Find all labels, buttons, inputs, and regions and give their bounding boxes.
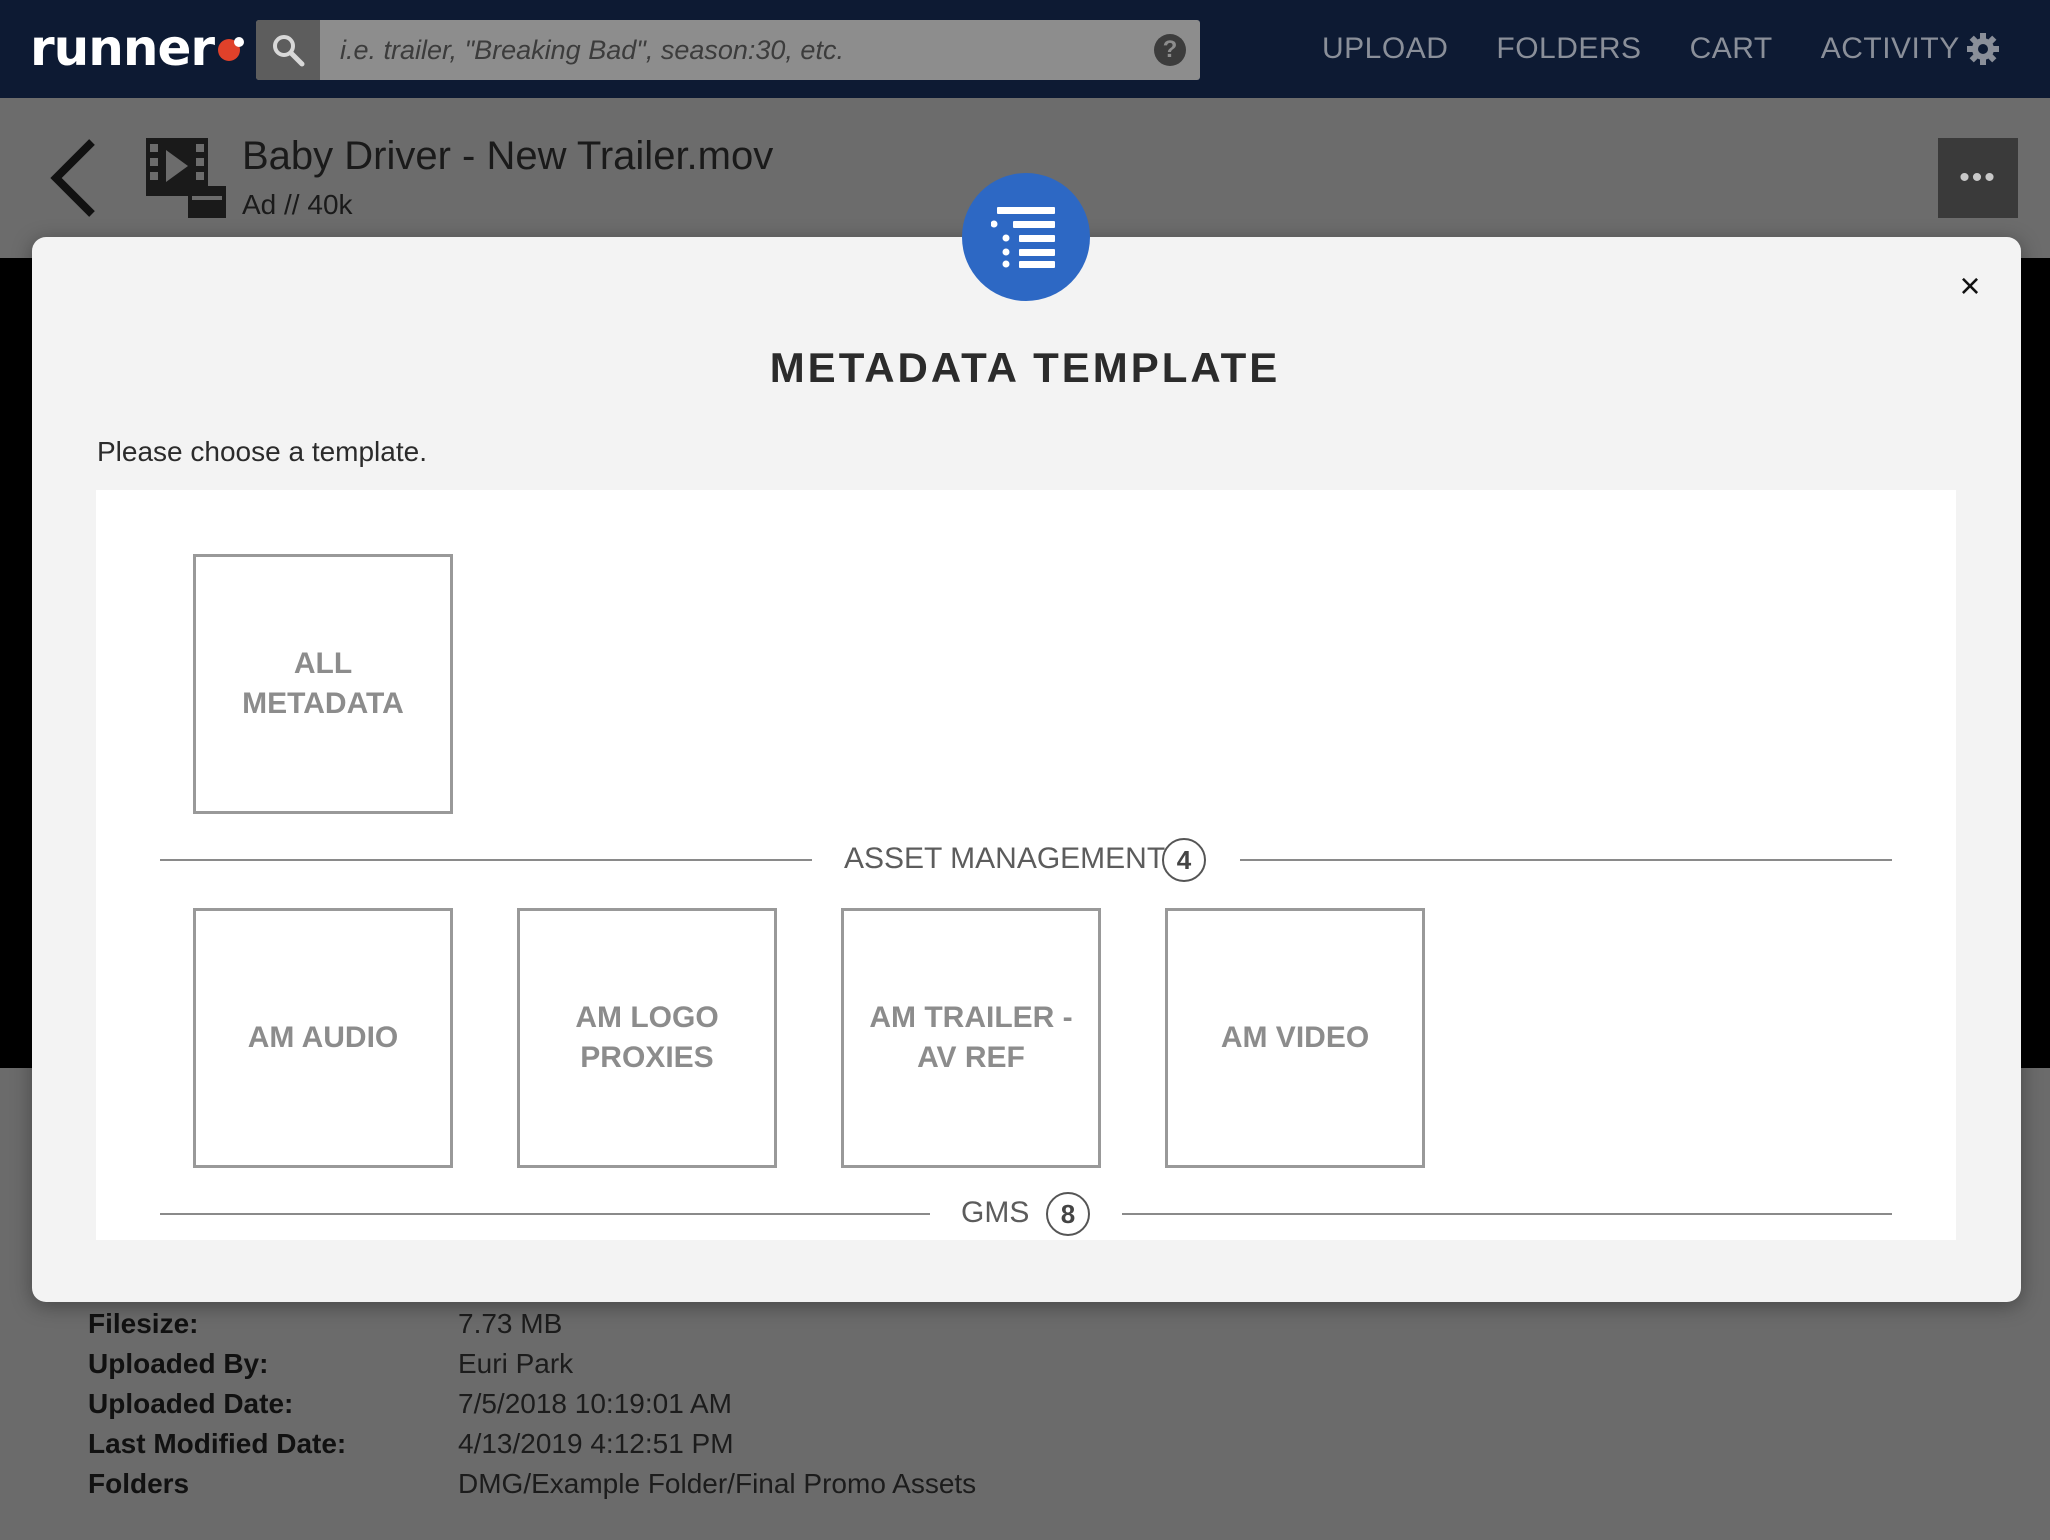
nav-folders[interactable]: FOLDERS xyxy=(1496,32,1641,66)
logo-mark-icon xyxy=(218,31,252,65)
back-chevron-icon[interactable] xyxy=(46,136,106,220)
section-divider xyxy=(1122,1213,1892,1215)
nav-upload[interactable]: UPLOAD xyxy=(1322,32,1448,66)
tile-label-line1: AM VIDEO xyxy=(1220,1021,1370,1054)
search-bar: ? xyxy=(256,20,1200,80)
detail-label: Folders xyxy=(88,1468,190,1499)
nav-activity[interactable]: ACTIVITY xyxy=(1821,32,1960,66)
search-button[interactable] xyxy=(256,20,320,80)
search-icon xyxy=(273,35,305,67)
tile-label-line1: AM LOGO xyxy=(575,1001,719,1034)
modal-title: METADATA TEMPLATE xyxy=(769,344,1281,391)
help-icon[interactable]: ? xyxy=(1154,34,1186,66)
section-count-badge: 4 xyxy=(1162,838,1206,882)
detail-value[interactable]: DMG/Example Folder/Final Promo Assets xyxy=(458,1468,976,1500)
tile-label-line1: ALL xyxy=(293,647,353,680)
detail-label: Filesize: xyxy=(88,1308,199,1339)
template-tile-am-logo-proxies[interactable]: AM LOGO PROXIES xyxy=(517,908,777,1168)
top-navbar: runner ? UPLOAD FOLDERS CART ACTIVITY xyxy=(0,0,2050,98)
modal-subtitle: Please choose a template. xyxy=(97,436,427,467)
detail-value: 7/5/2018 10:19:01 AM xyxy=(458,1388,732,1419)
detail-value: 7.73 MB xyxy=(458,1308,563,1339)
list-icon xyxy=(991,207,1055,268)
search-input[interactable] xyxy=(320,20,1120,80)
detail-label: Last Modified Date: xyxy=(88,1428,347,1459)
asset-title: Baby Driver - New Trailer.mov xyxy=(242,134,774,178)
template-tile-am-audio[interactable]: AM AUDIO xyxy=(193,908,453,1168)
detail-label: Uploaded Date: xyxy=(88,1388,294,1419)
detail-value: 4/13/2019 4:12:51 PM xyxy=(458,1428,734,1459)
template-tile-am-trailer-av-ref[interactable]: AM TRAILER - AV REF xyxy=(841,908,1101,1168)
detail-label: Uploaded By: xyxy=(88,1348,269,1379)
section-label-gms: GMS xyxy=(961,1196,1030,1229)
section-count-badge: 8 xyxy=(1046,1192,1090,1236)
tile-label-line1: AM TRAILER - xyxy=(869,1001,1073,1034)
section-label-asset-management: ASSET MANAGEMENT xyxy=(844,842,1166,875)
section-divider xyxy=(1240,859,1892,861)
section-divider xyxy=(160,1213,930,1215)
asset-subtitle: Ad // 40k xyxy=(242,189,353,220)
runner-logo[interactable]: runner xyxy=(30,18,252,78)
main-nav: UPLOAD FOLDERS CART ACTIVITY xyxy=(1322,0,2008,98)
template-list-icon xyxy=(962,173,1090,301)
more-options-button[interactable]: ••• xyxy=(1938,138,2018,218)
video-file-icon xyxy=(146,138,226,218)
tile-label-line1: AM AUDIO xyxy=(247,1021,399,1054)
detail-value: Euri Park xyxy=(458,1348,574,1379)
template-tile-am-video[interactable]: AM VIDEO xyxy=(1165,908,1425,1168)
tile-label-line2: AV REF xyxy=(917,1041,1025,1074)
template-tile-all-metadata[interactable]: ALL METADATA xyxy=(193,554,453,814)
close-button[interactable]: × xyxy=(1952,268,1988,304)
tile-label-line2: METADATA xyxy=(242,687,404,720)
settings-gear-icon[interactable] xyxy=(1966,32,2000,66)
section-divider xyxy=(160,859,812,861)
logo-text: runner xyxy=(30,19,215,77)
tile-label-line2: PROXIES xyxy=(580,1041,714,1074)
nav-cart[interactable]: CART xyxy=(1690,32,1773,66)
